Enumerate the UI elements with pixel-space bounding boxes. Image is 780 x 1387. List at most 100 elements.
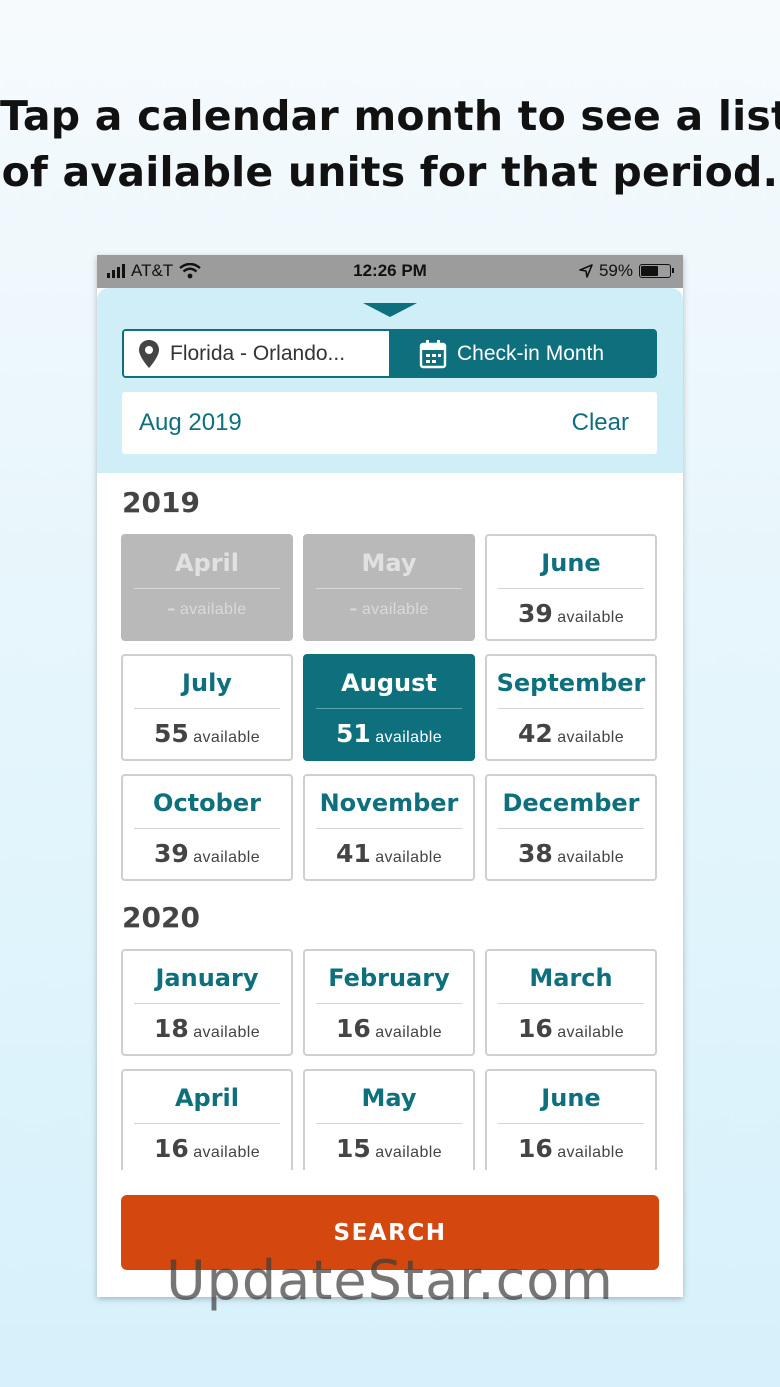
card-divider bbox=[134, 588, 280, 589]
available-label: available bbox=[179, 601, 247, 618]
battery-percent: 59% bbox=[598, 261, 633, 280]
search-panel: Florida - Orlando... Check-in Month Aug … bbox=[97, 288, 683, 473]
available-label: available bbox=[193, 1024, 260, 1041]
card-divider bbox=[316, 588, 462, 589]
location-arrow-icon bbox=[579, 264, 593, 278]
month-name: April bbox=[174, 549, 240, 577]
month-card-may-2020[interactable]: May 15 available bbox=[303, 1069, 475, 1170]
check-in-month-tab[interactable]: Check-in Month bbox=[389, 331, 655, 376]
month-card-august-2019[interactable]: August 51 available bbox=[303, 654, 475, 761]
year-heading-2020: 2020 bbox=[122, 901, 200, 934]
available-label: available bbox=[557, 849, 624, 866]
month-name: March bbox=[529, 964, 613, 992]
month-card-november-2019[interactable]: November 41 available bbox=[303, 774, 475, 881]
month-card-january-2020[interactable]: January 18 available bbox=[121, 949, 293, 1056]
available-count: 42 bbox=[517, 719, 553, 748]
month-card-june-2019[interactable]: June 39 available bbox=[485, 534, 657, 641]
month-card-march-2020[interactable]: March 16 available bbox=[485, 949, 657, 1056]
card-divider bbox=[134, 1123, 280, 1124]
available-label: available bbox=[193, 729, 260, 746]
month-name: July bbox=[182, 669, 232, 697]
available-label: available bbox=[375, 729, 442, 746]
selected-date-value: Aug 2019 bbox=[139, 409, 242, 436]
map-pin-icon bbox=[139, 339, 159, 368]
available-label: available bbox=[557, 1144, 624, 1161]
availability: 55 available bbox=[123, 719, 291, 748]
available-count: 16 bbox=[517, 1014, 553, 1043]
card-divider bbox=[316, 708, 462, 709]
card-divider bbox=[498, 588, 644, 589]
availability: 16 available bbox=[305, 1014, 473, 1043]
month-name: August bbox=[341, 669, 437, 697]
month-card-may-2019: May – available bbox=[303, 534, 475, 641]
availability: 41 available bbox=[305, 839, 473, 868]
watermark: UpdateStar.com bbox=[166, 1249, 614, 1312]
card-divider bbox=[498, 708, 644, 709]
availability: 16 available bbox=[123, 1134, 291, 1163]
location-selector[interactable]: Florida - Orlando... bbox=[124, 331, 389, 376]
available-label: available bbox=[375, 1144, 442, 1161]
availability: 39 available bbox=[123, 839, 291, 868]
available-label: available bbox=[557, 729, 624, 746]
month-name: May bbox=[361, 1084, 417, 1112]
month-name: April bbox=[174, 1084, 240, 1112]
month-card-june-2020[interactable]: June 16 available bbox=[485, 1069, 657, 1170]
available-count: 16 bbox=[335, 1014, 371, 1043]
dropdown-triangle-icon[interactable] bbox=[363, 303, 417, 317]
available-label: available bbox=[193, 849, 260, 866]
availability: 16 available bbox=[487, 1134, 655, 1163]
clear-button[interactable]: Clear bbox=[572, 409, 629, 437]
availability: 38 available bbox=[487, 839, 655, 868]
available-count: 55 bbox=[153, 719, 189, 748]
month-name: January bbox=[155, 964, 259, 992]
month-card-december-2019[interactable]: December 38 available bbox=[485, 774, 657, 881]
month-card-april-2020[interactable]: April 16 available bbox=[121, 1069, 293, 1170]
card-divider bbox=[316, 828, 462, 829]
month-name: December bbox=[502, 789, 640, 817]
card-divider bbox=[134, 828, 280, 829]
phone-screen: AT&T 12:26 PM 59% Florida - Orlando... C… bbox=[97, 255, 683, 1297]
availability: 39 available bbox=[487, 599, 655, 628]
headline-line-2: of available units for that period. bbox=[1, 148, 779, 196]
card-divider bbox=[498, 1003, 644, 1004]
availability: 42 available bbox=[487, 719, 655, 748]
availability: 51 available bbox=[305, 719, 473, 748]
availability: 18 available bbox=[123, 1014, 291, 1043]
headline-line-1: Tap a calendar month to see a list bbox=[0, 92, 780, 140]
availability: – available bbox=[123, 599, 291, 619]
available-count: 41 bbox=[335, 839, 371, 868]
month-name: June bbox=[541, 549, 601, 577]
month-name: October bbox=[153, 789, 261, 817]
available-count: 39 bbox=[517, 599, 553, 628]
month-card-september-2019[interactable]: September 42 available bbox=[485, 654, 657, 761]
search-mode-toggle: Florida - Orlando... Check-in Month bbox=[122, 329, 657, 378]
month-card-february-2020[interactable]: February 16 available bbox=[303, 949, 475, 1056]
month-card-july-2019[interactable]: July 55 available bbox=[121, 654, 293, 761]
card-divider bbox=[498, 828, 644, 829]
available-count: 16 bbox=[153, 1134, 189, 1163]
calendar-icon bbox=[419, 339, 447, 368]
available-count: – bbox=[349, 599, 358, 618]
card-divider bbox=[134, 708, 280, 709]
available-count: 16 bbox=[517, 1134, 553, 1163]
month-card-october-2019[interactable]: October 39 available bbox=[121, 774, 293, 881]
available-label: available bbox=[375, 1024, 442, 1041]
available-count: 38 bbox=[517, 839, 553, 868]
available-count: 15 bbox=[335, 1134, 371, 1163]
availability: – available bbox=[305, 599, 473, 619]
instruction-headline: Tap a calendar month to see a list of av… bbox=[0, 88, 780, 200]
availability: 16 available bbox=[487, 1014, 655, 1043]
month-name: September bbox=[496, 669, 646, 697]
check-in-month-label: Check-in Month bbox=[457, 341, 605, 365]
available-count: 51 bbox=[335, 719, 371, 748]
month-name: February bbox=[328, 964, 450, 992]
month-name: May bbox=[361, 549, 417, 577]
available-label: available bbox=[557, 609, 624, 626]
available-count: 18 bbox=[153, 1014, 189, 1043]
availability: 15 available bbox=[305, 1134, 473, 1163]
card-divider bbox=[316, 1003, 462, 1004]
month-calendar-list[interactable]: 2019 April – available May – available June 3… bbox=[97, 473, 683, 1170]
status-right: 59% bbox=[579, 261, 674, 281]
available-label: available bbox=[375, 849, 442, 866]
selected-date-field[interactable]: Aug 2019 Clear bbox=[122, 392, 657, 454]
